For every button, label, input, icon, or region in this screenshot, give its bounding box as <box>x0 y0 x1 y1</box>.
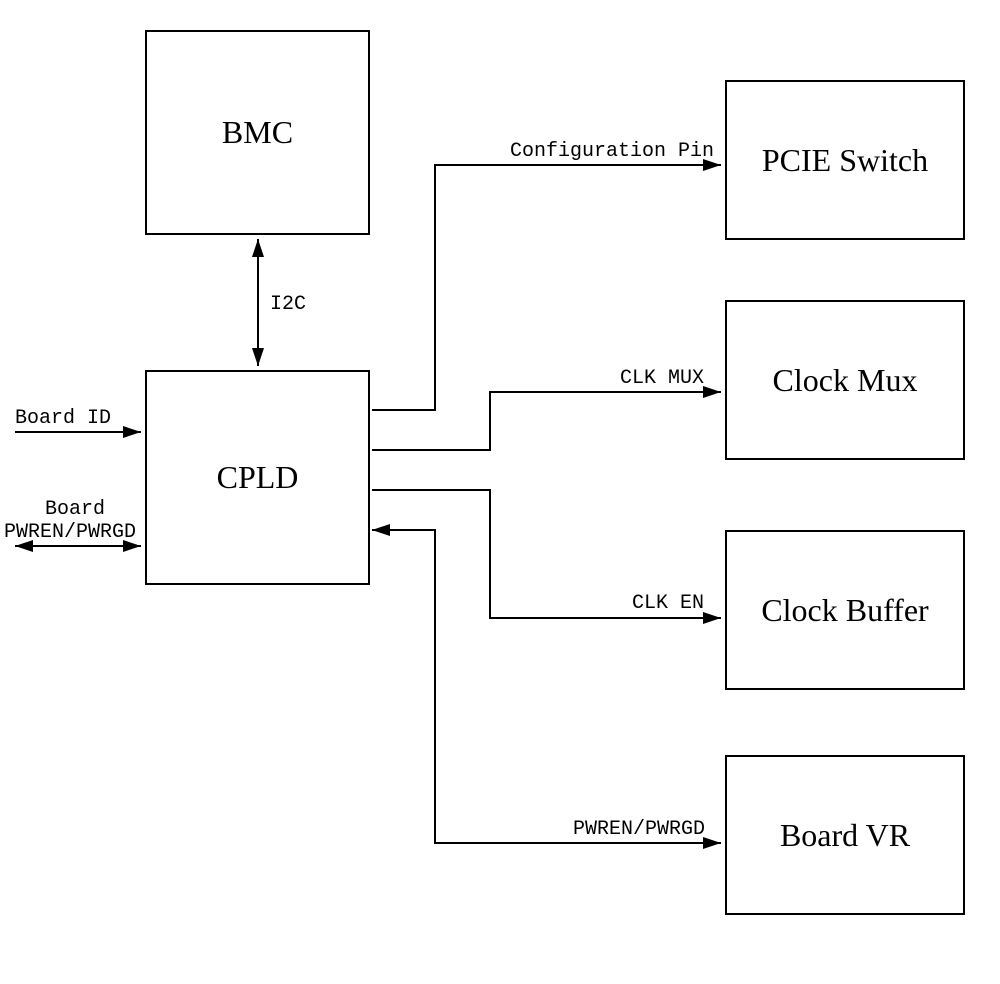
bmc-box: BMC <box>145 30 370 235</box>
board-vr-box: Board VR <box>725 755 965 915</box>
pwren-pwrgd-label: PWREN/PWRGD <box>573 818 705 841</box>
board-pwr-label-1: Board <box>45 498 105 521</box>
i2c-label: I2C <box>270 293 306 316</box>
board-vr-label: Board VR <box>780 817 910 854</box>
pcie-switch-label: PCIE Switch <box>762 142 928 179</box>
clock-buffer-label: Clock Buffer <box>761 592 928 629</box>
board-pwr-label-2: PWREN/PWRGD <box>4 521 136 544</box>
clock-mux-box: Clock Mux <box>725 300 965 460</box>
pcie-switch-box: PCIE Switch <box>725 80 965 240</box>
cpld-box: CPLD <box>145 370 370 585</box>
board-id-label: Board ID <box>15 407 111 430</box>
clock-mux-label: Clock Mux <box>773 362 918 399</box>
clk-mux-label: CLK MUX <box>620 367 704 390</box>
config-pin-label: Configuration Pin <box>510 140 714 163</box>
clock-buffer-box: Clock Buffer <box>725 530 965 690</box>
clk-en-label: CLK EN <box>632 592 704 615</box>
cpld-label: CPLD <box>217 459 299 496</box>
bmc-label: BMC <box>222 114 293 151</box>
